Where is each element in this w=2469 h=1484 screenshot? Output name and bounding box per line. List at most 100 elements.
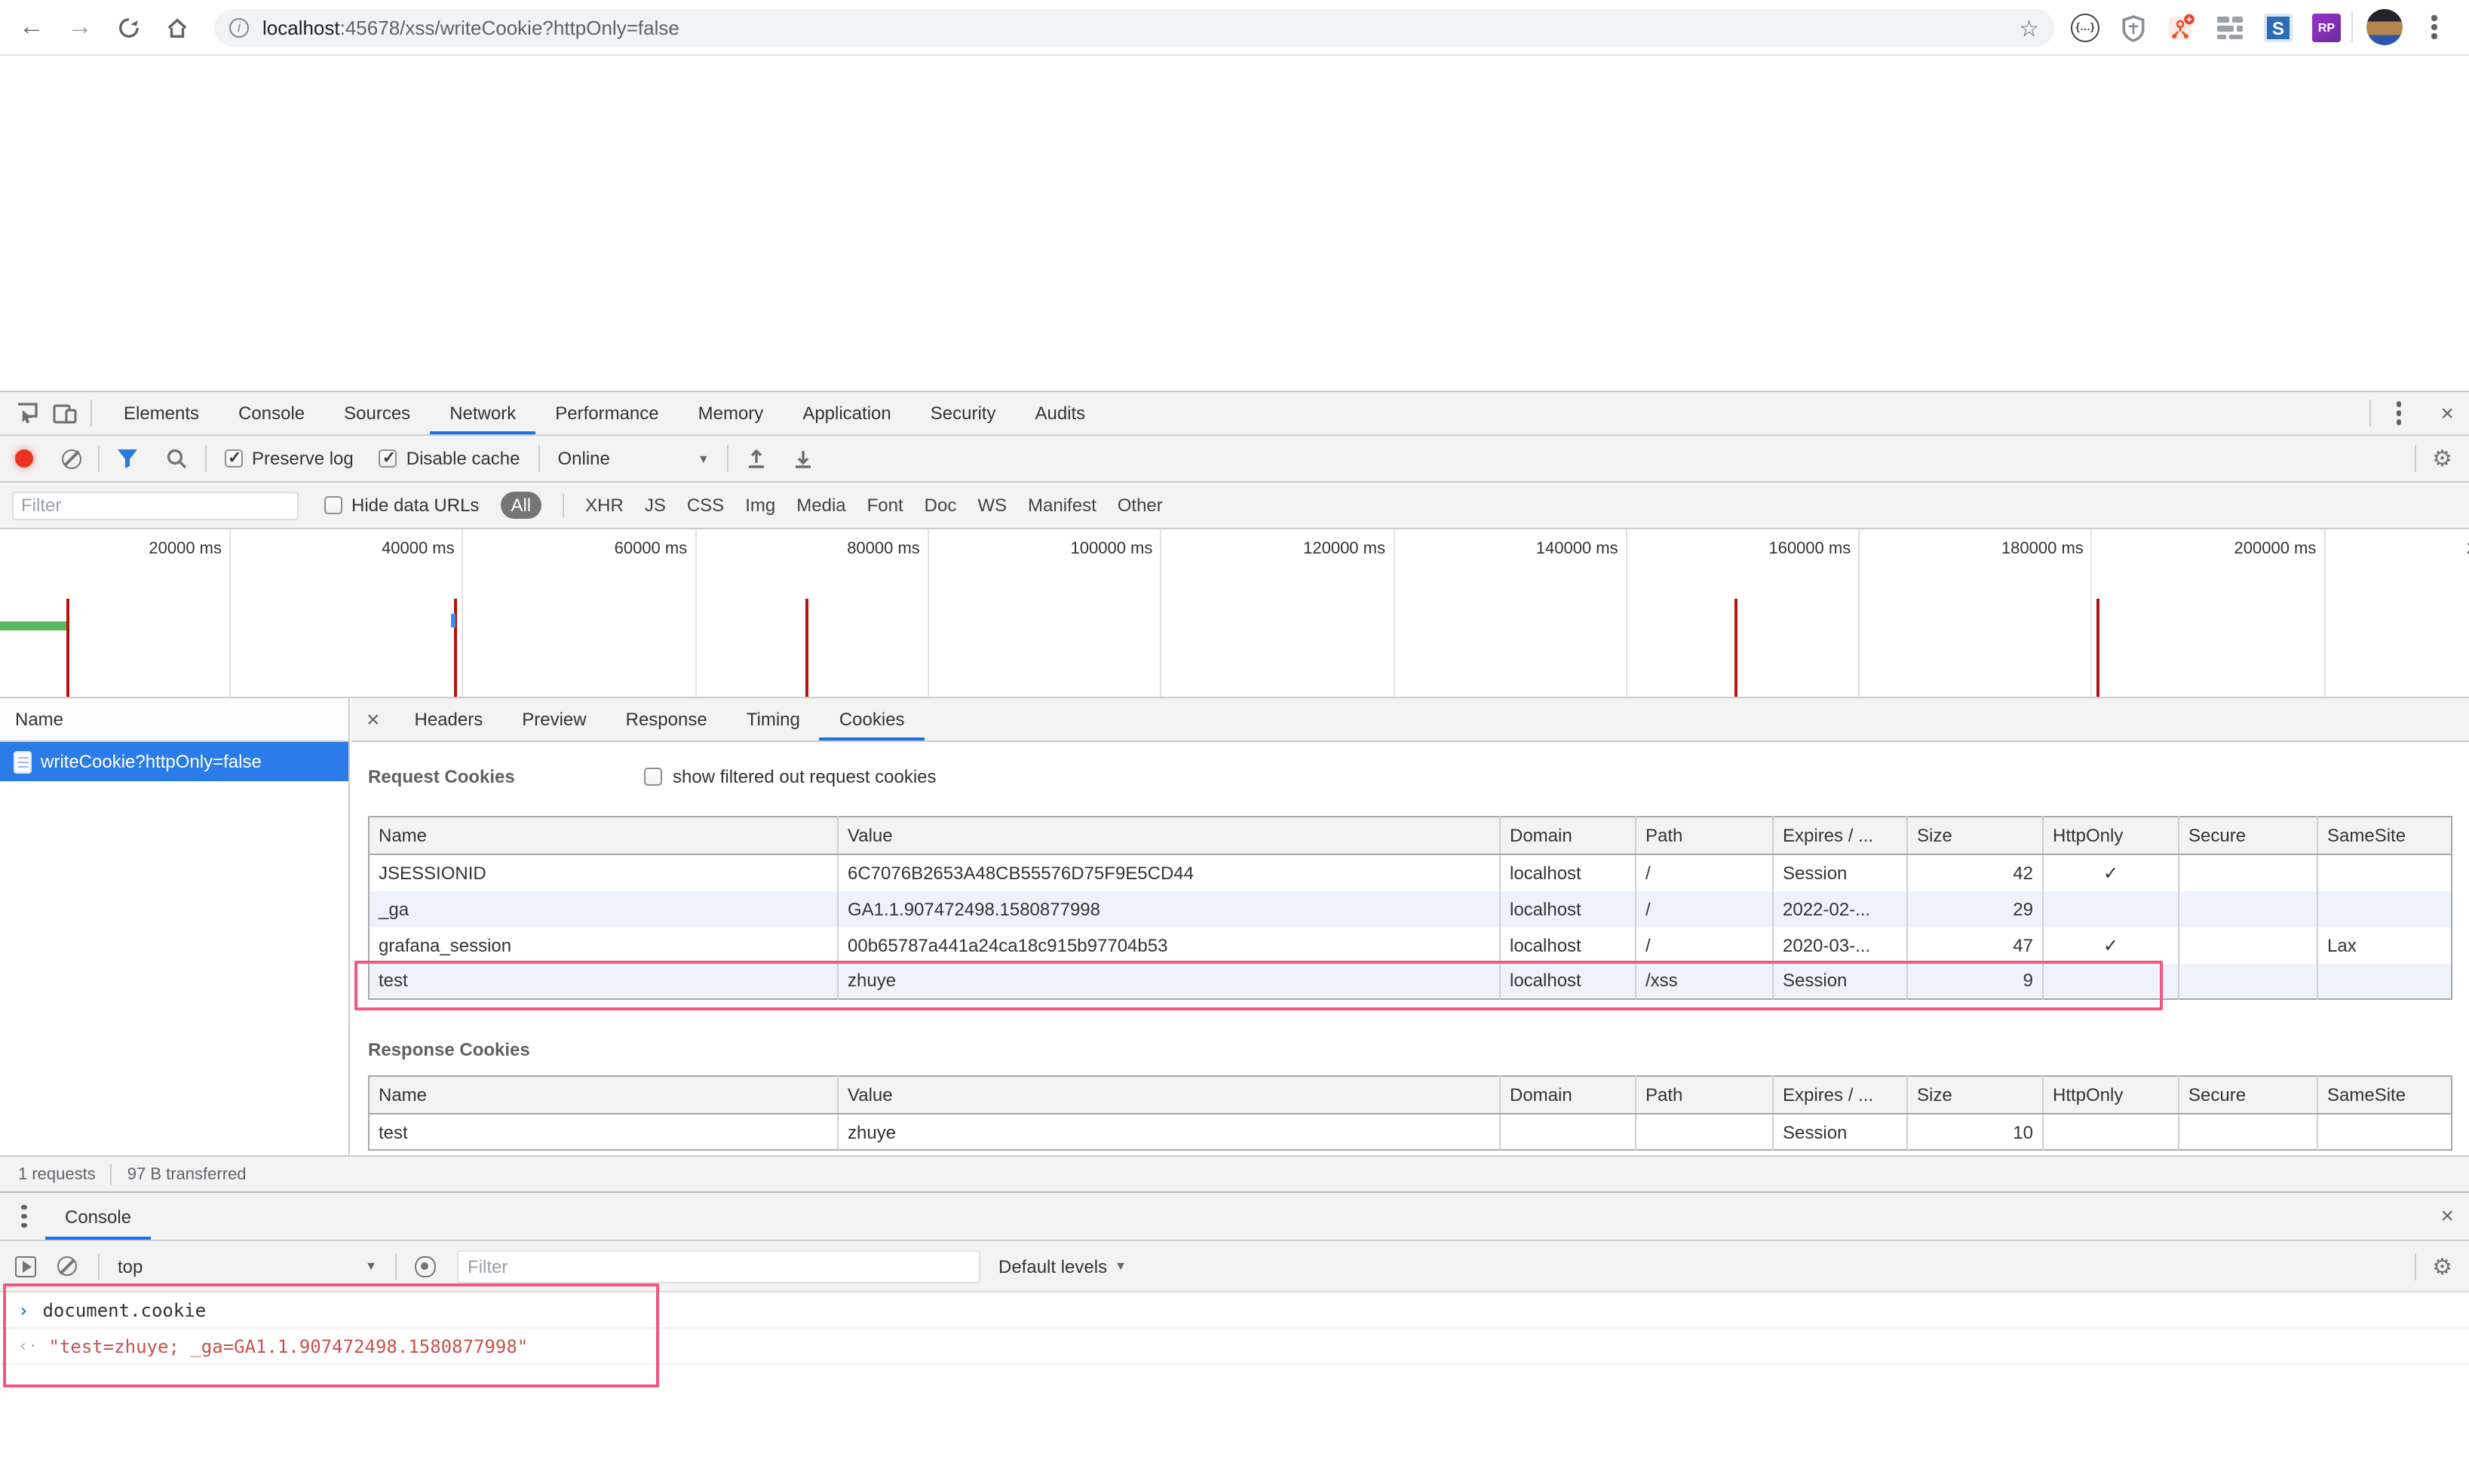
response-cookie-row-test[interactable]: testzhuyeSession10 — [369, 1114, 2452, 1150]
devtools-tab-sources[interactable]: Sources — [324, 392, 430, 434]
column-header-path[interactable]: Path — [1636, 817, 1773, 854]
live-expression-eye-icon[interactable] — [415, 1256, 436, 1277]
devtools-tab-memory[interactable]: Memory — [679, 392, 784, 434]
filter-type-css[interactable]: CSS — [687, 495, 724, 516]
detail-tab-response[interactable]: Response — [606, 698, 727, 740]
cell-httponly — [2043, 963, 2179, 999]
drawer-menu-icon[interactable] — [12, 1200, 36, 1233]
page-info-icon[interactable]: i — [229, 18, 249, 38]
tab-console[interactable]: Console — [45, 1193, 151, 1240]
forward-icon[interactable]: → — [63, 11, 97, 44]
console-settings-gear-icon[interactable]: ⚙ — [2432, 1253, 2452, 1280]
detail-tab-headers[interactable]: Headers — [395, 698, 503, 740]
reload-icon[interactable] — [112, 11, 145, 44]
filter-type-other[interactable]: Other — [1118, 495, 1163, 516]
console-result-line[interactable]: ‹· "test=zhuye; _ga=GA1.1.907472498.1580… — [0, 1329, 2469, 1365]
request-cookie-row-grafana_session[interactable]: grafana_session00b65787a441a24ca18c915b9… — [369, 927, 2452, 963]
column-header-secure[interactable]: Secure — [2179, 817, 2317, 854]
devtools-tab-security[interactable]: Security — [911, 392, 1016, 434]
execution-context-select[interactable]: top▼ — [118, 1256, 377, 1277]
device-toolbar-icon[interactable] — [53, 401, 77, 425]
home-icon[interactable] — [160, 11, 193, 44]
network-filter-input[interactable] — [12, 491, 299, 520]
network-settings-gear-icon[interactable]: ⚙ — [2432, 445, 2452, 472]
filter-type-ws[interactable]: WS — [977, 495, 1007, 516]
console-clear-icon[interactable] — [57, 1256, 77, 1276]
column-header-size[interactable]: Size — [1907, 1076, 2043, 1114]
column-header-secure[interactable]: Secure — [2179, 1076, 2317, 1114]
rp-extension-icon[interactable]: RP — [2312, 14, 2341, 42]
console-command-line[interactable]: › document.cookie — [0, 1292, 2469, 1329]
filter-type-xhr[interactable]: XHR — [585, 495, 624, 516]
filter-type-all[interactable]: All — [500, 492, 541, 519]
export-har-icon[interactable] — [794, 448, 814, 469]
shield-extension-icon[interactable] — [2119, 14, 2148, 42]
browser-menu-icon[interactable] — [2422, 11, 2446, 44]
column-header-httponly[interactable]: HttpOnly — [2043, 1076, 2179, 1114]
grid-extension-icon[interactable] — [2216, 14, 2244, 42]
request-cookie-row-test[interactable]: testzhuyelocalhost/xssSession9 — [369, 963, 2452, 999]
devtools-tab-performance[interactable]: Performance — [535, 392, 678, 434]
console-filter-input[interactable] — [457, 1249, 980, 1283]
filter-type-doc[interactable]: Doc — [925, 495, 957, 516]
throttling-select[interactable]: Online — [558, 448, 610, 469]
requests-name-column-header[interactable]: Name — [0, 698, 348, 742]
bookmark-star-icon[interactable]: ☆ — [2019, 15, 2039, 42]
console-sidebar-toggle-icon[interactable] — [15, 1256, 36, 1277]
devtools-tab-elements[interactable]: Elements — [104, 392, 219, 434]
import-har-icon[interactable] — [747, 448, 767, 469]
request-cookie-row-_ga[interactable]: _gaGA1.1.907472498.1580877998localhost/2… — [369, 891, 2452, 927]
log-levels-select[interactable]: Default levels▼ — [998, 1256, 1127, 1277]
filter-type-manifest[interactable]: Manifest — [1028, 495, 1096, 516]
search-icon[interactable] — [166, 448, 187, 469]
clear-icon[interactable] — [62, 449, 81, 468]
devtools-tab-console[interactable]: Console — [219, 392, 324, 434]
column-header-expires[interactable]: Expires / ... — [1773, 1076, 1907, 1114]
detail-tab-timing[interactable]: Timing — [727, 698, 820, 740]
sitemap-extension-icon[interactable] — [2167, 14, 2196, 42]
s-extension-icon[interactable]: S — [2264, 14, 2293, 42]
request-row-selected[interactable]: writeCookie?httpOnly=false — [0, 742, 348, 781]
detail-tab-preview[interactable]: Preview — [502, 698, 606, 740]
devtools-tab-application[interactable]: Application — [783, 392, 910, 434]
address-bar[interactable]: i localhost:45678/xss/writeCookie?httpOn… — [214, 9, 2054, 47]
column-header-httponly[interactable]: HttpOnly — [2043, 817, 2179, 854]
column-header-size[interactable]: Size — [1907, 817, 2043, 854]
filter-type-img[interactable]: Img — [745, 495, 775, 516]
column-header-samesite[interactable]: SameSite — [2317, 817, 2452, 854]
column-header-name[interactable]: Name — [369, 817, 838, 854]
record-icon[interactable] — [15, 449, 33, 468]
request-detail-pane: × HeadersPreviewResponseTimingCookies Re… — [351, 698, 2469, 1155]
network-overview-timeline[interactable]: 20000 ms40000 ms60000 ms80000 ms100000 m… — [0, 529, 2469, 698]
filter-type-js[interactable]: JS — [645, 495, 666, 516]
filter-type-media[interactable]: Media — [796, 495, 845, 516]
column-header-domain[interactable]: Domain — [1500, 1076, 1636, 1114]
devtools-close-icon[interactable]: × — [2425, 400, 2469, 426]
preserve-log-checkbox[interactable] — [225, 449, 243, 468]
console-close-icon[interactable]: × — [2425, 1203, 2469, 1229]
detail-close-icon[interactable]: × — [351, 707, 395, 732]
show-filtered-checkbox[interactable] — [644, 768, 662, 786]
devtools-tab-audits[interactable]: Audits — [1015, 392, 1105, 434]
detail-tab-cookies[interactable]: Cookies — [820, 698, 925, 740]
devtools-tab-network[interactable]: Network — [430, 392, 535, 434]
throttling-caret-icon[interactable]: ▼ — [698, 452, 710, 465]
column-header-path[interactable]: Path — [1636, 1076, 1773, 1114]
column-header-samesite[interactable]: SameSite — [2317, 1076, 2452, 1114]
column-header-name[interactable]: Name — [369, 1076, 838, 1114]
disable-cache-checkbox[interactable] — [379, 449, 397, 468]
column-header-expires[interactable]: Expires / ... — [1773, 817, 1907, 854]
column-header-value[interactable]: Value — [838, 1076, 1500, 1114]
hide-data-urls-checkbox[interactable] — [324, 496, 342, 514]
profile-avatar[interactable] — [2366, 9, 2403, 45]
inspect-element-icon[interactable] — [15, 401, 39, 425]
back-icon[interactable]: ← — [15, 11, 48, 44]
braces-extension-icon[interactable]: {…} — [2071, 14, 2099, 42]
devtools-menu-icon[interactable] — [2386, 397, 2410, 430]
filter-funnel-icon[interactable] — [116, 448, 139, 469]
filter-type-font[interactable]: Font — [867, 495, 903, 516]
table1-grid: NameValueDomainPathExpires / ...SizeHttp… — [368, 816, 2452, 1000]
column-header-value[interactable]: Value — [838, 817, 1500, 854]
request-cookie-row-JSESSIONID[interactable]: JSESSIONID6C7076B2653A48CB55576D75F9E5CD… — [369, 854, 2452, 891]
column-header-domain[interactable]: Domain — [1500, 817, 1636, 854]
